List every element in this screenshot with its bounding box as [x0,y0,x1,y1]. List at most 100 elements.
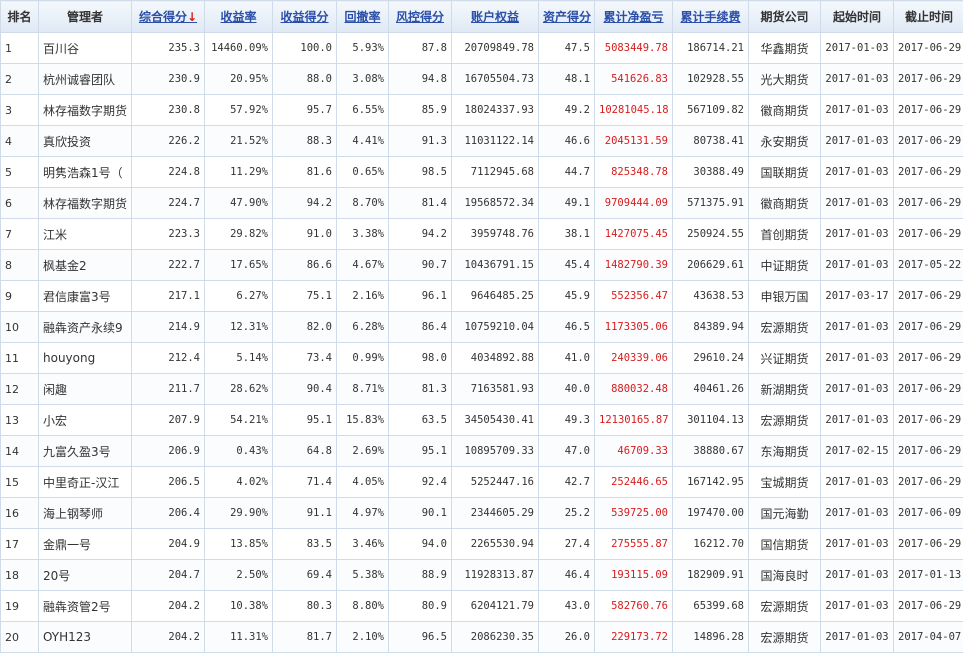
header-fees[interactable]: 累计手续费 [672,0,749,33]
cell-return-score: 91.0 [272,218,337,250]
cell-composite-score: 204.2 [131,590,205,622]
cell-equity: 2344605.29 [451,497,539,529]
ranking-table-container: 排名 管理者 综合得分↓ 收益率 收益得分 回撤率 风控得分 账户权益 资产得分… [0,0,963,653]
cell-manager[interactable]: 中里奇正-汉江 [38,466,132,498]
cell-return-rate: 29.90% [204,497,273,529]
cell-manager[interactable]: 君信康富3号 [38,280,132,312]
table-row: 1 百川谷 235.3 14460.09% 100.0 5.93% 87.8 20709849… [0,32,963,64]
cell-equity: 5252447.16 [451,466,539,498]
cell-manager[interactable]: 金鼎一号 [38,528,132,560]
cell-equity: 20709849.78 [451,32,539,64]
cell-net-pnl: 552356.47 [594,280,673,312]
header-net-pnl[interactable]: 累计净盈亏 [594,0,673,33]
cell-rank: 8 [0,249,39,281]
cell-manager[interactable]: OYH123 [38,621,132,653]
cell-broker: 首创期货 [748,218,821,250]
cell-manager[interactable]: 融犇资产永续9 [38,311,132,343]
header-composite-score[interactable]: 综合得分↓ [131,0,205,33]
cell-manager[interactable]: 明隽浩森1号（ [38,156,132,188]
cell-asset-score: 25.2 [538,497,595,529]
cell-end-date: 2017-05-22 [893,249,963,281]
header-return-score[interactable]: 收益得分 [272,0,337,33]
cell-net-pnl: 2045131.59 [594,125,673,157]
cell-risk-score: 63.5 [388,404,452,436]
cell-manager[interactable]: houyong [38,342,132,374]
cell-drawdown: 0.99% [336,342,389,374]
cell-drawdown: 4.41% [336,125,389,157]
cell-manager[interactable]: 20号 [38,559,132,591]
cell-asset-score: 27.4 [538,528,595,560]
cell-end-date: 2017-01-13 [893,559,963,591]
cell-net-pnl: 1173305.06 [594,311,673,343]
cell-net-pnl: 582760.76 [594,590,673,622]
cell-drawdown: 2.10% [336,621,389,653]
table-row: 14 九富久盈3号 206.9 0.43% 64.8 2.69% 95.1 10895709.… [0,435,963,467]
cell-fees: 167142.95 [672,466,749,498]
cell-equity: 10436791.15 [451,249,539,281]
cell-manager[interactable]: 九富久盈3号 [38,435,132,467]
cell-fees: 14896.28 [672,621,749,653]
cell-net-pnl: 252446.65 [594,466,673,498]
cell-rank: 15 [0,466,39,498]
cell-composite-score: 230.9 [131,63,205,95]
cell-composite-score: 224.7 [131,187,205,219]
cell-manager[interactable]: 林存福数字期货 [38,187,132,219]
cell-rank: 12 [0,373,39,405]
cell-rank: 13 [0,404,39,436]
header-return-rate[interactable]: 收益率 [204,0,273,33]
cell-net-pnl: 1427075.45 [594,218,673,250]
cell-start-date: 2017-01-03 [820,466,894,498]
cell-equity: 3959748.76 [451,218,539,250]
cell-fees: 567109.82 [672,94,749,126]
cell-manager[interactable]: 杭州诚睿团队 [38,63,132,95]
header-drawdown[interactable]: 回撤率 [336,0,389,33]
cell-net-pnl: 1482790.39 [594,249,673,281]
cell-risk-score: 81.3 [388,373,452,405]
cell-manager[interactable]: 林存福数字期货 [38,94,132,126]
cell-net-pnl: 275555.87 [594,528,673,560]
cell-rank: 3 [0,94,39,126]
cell-return-rate: 13.85% [204,528,273,560]
header-start-date: 起始时间 [820,0,894,33]
cell-return-rate: 4.02% [204,466,273,498]
table-row: 4 真欣投资 226.2 21.52% 88.3 4.41% 91.3 11031122.14… [0,125,963,157]
cell-net-pnl: 240339.06 [594,342,673,374]
cell-manager[interactable]: 百川谷 [38,32,132,64]
cell-composite-score: 206.5 [131,466,205,498]
header-end-date: 截止时间 [893,0,963,33]
cell-risk-score: 94.0 [388,528,452,560]
cell-manager[interactable]: 枫基金2 [38,249,132,281]
cell-risk-score: 80.9 [388,590,452,622]
cell-return-score: 86.6 [272,249,337,281]
header-equity[interactable]: 账户权益 [451,0,539,33]
cell-manager[interactable]: 小宏 [38,404,132,436]
header-asset-score[interactable]: 资产得分 [538,0,595,33]
cell-manager[interactable]: 海上钢琴师 [38,497,132,529]
cell-manager[interactable]: 真欣投资 [38,125,132,157]
cell-risk-score: 90.1 [388,497,452,529]
cell-end-date: 2017-06-29 [893,187,963,219]
cell-start-date: 2017-01-03 [820,528,894,560]
cell-risk-score: 94.8 [388,63,452,95]
cell-broker: 国元海勤 [748,497,821,529]
cell-composite-score: 230.8 [131,94,205,126]
header-risk-score[interactable]: 风控得分 [388,0,452,33]
cell-fees: 250924.55 [672,218,749,250]
cell-manager[interactable]: 融犇资管2号 [38,590,132,622]
table-row: 6 林存福数字期货 224.7 47.90% 94.2 8.70% 81.4 19568572… [0,187,963,219]
cell-drawdown: 3.08% [336,63,389,95]
cell-manager[interactable]: 闲趣 [38,373,132,405]
cell-net-pnl: 12130165.87 [594,404,673,436]
cell-fees: 80738.41 [672,125,749,157]
cell-start-date: 2017-01-03 [820,218,894,250]
cell-drawdown: 6.28% [336,311,389,343]
cell-equity: 2265530.94 [451,528,539,560]
cell-end-date: 2017-06-09 [893,497,963,529]
table-row: 15 中里奇正-汉江 206.5 4.02% 71.4 4.05% 92.4 5252447.… [0,466,963,498]
cell-composite-score: 214.9 [131,311,205,343]
cell-manager[interactable]: 江米 [38,218,132,250]
cell-equity: 9646485.25 [451,280,539,312]
cell-return-score: 95.1 [272,404,337,436]
header-manager: 管理者 [38,0,132,33]
cell-risk-score: 81.4 [388,187,452,219]
